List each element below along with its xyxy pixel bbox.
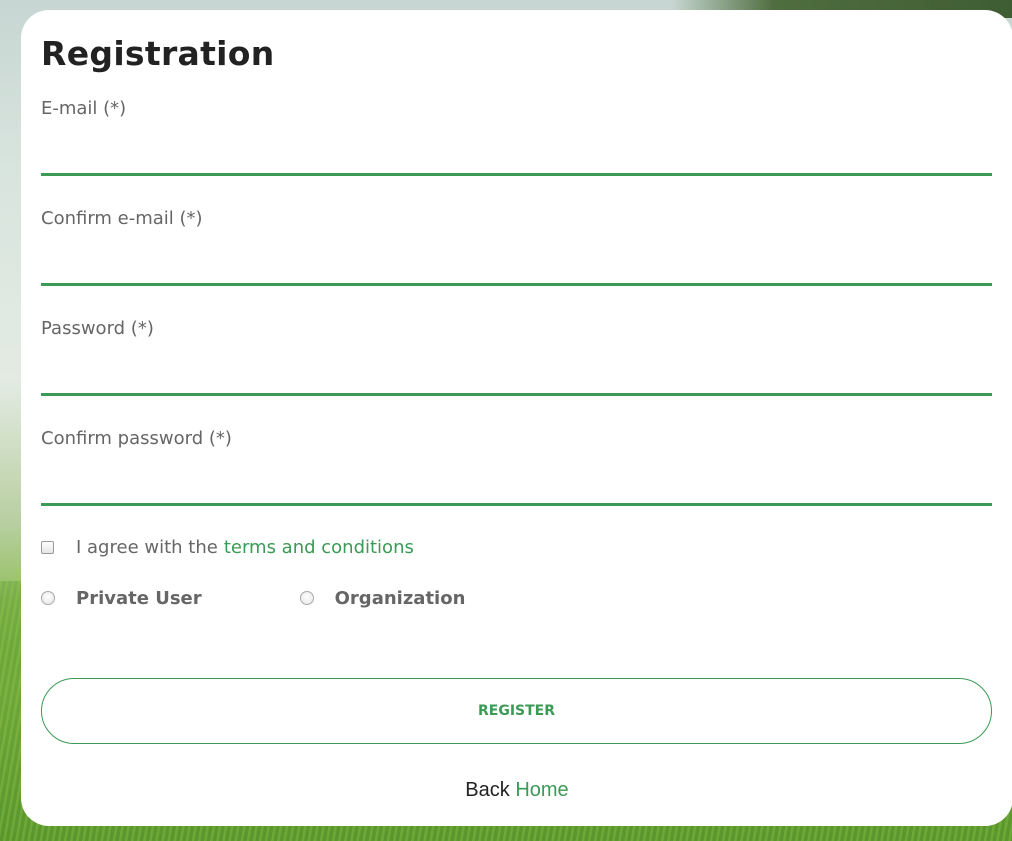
confirm-email-field-group: Confirm e-mail (*): [41, 208, 992, 318]
registration-card: Registration E-mail (*) Confirm e-mail (…: [21, 10, 1012, 826]
terms-and-conditions-link[interactable]: terms and conditions: [224, 537, 414, 558]
password-field-group: Password (*): [41, 318, 992, 428]
organization-label[interactable]: Organization: [335, 588, 466, 609]
confirm-email-label: Confirm e-mail (*): [41, 208, 203, 229]
password-label: Password (*): [41, 318, 154, 339]
terms-agreement-row: I agree with the terms and conditions: [41, 535, 414, 559]
confirm-email-input[interactable]: [41, 244, 992, 286]
register-button[interactable]: REGISTER: [41, 678, 992, 744]
email-input[interactable]: [41, 134, 992, 176]
organization-radio[interactable]: [299, 591, 314, 605]
private-user-radio[interactable]: [41, 591, 55, 605]
terms-checkbox[interactable]: [41, 540, 54, 554]
confirm-password-field-group: Confirm password (*): [41, 428, 992, 538]
user-type-radio-group: Private User Organization: [41, 586, 465, 610]
organization-option[interactable]: Organization: [299, 588, 466, 609]
confirm-password-input[interactable]: [41, 464, 992, 506]
back-text: Back: [465, 779, 510, 801]
page-title: Registration: [41, 34, 275, 73]
private-user-label[interactable]: Private User: [76, 588, 202, 609]
email-field-group: E-mail (*): [41, 98, 992, 208]
home-link[interactable]: Home: [515, 779, 568, 801]
password-input[interactable]: [41, 354, 992, 396]
back-home-row: Back Home: [21, 779, 1012, 802]
confirm-password-label: Confirm password (*): [41, 428, 232, 449]
email-label: E-mail (*): [41, 98, 127, 119]
private-user-option[interactable]: Private User: [41, 588, 202, 609]
terms-agreement-text: I agree with the: [76, 536, 218, 558]
